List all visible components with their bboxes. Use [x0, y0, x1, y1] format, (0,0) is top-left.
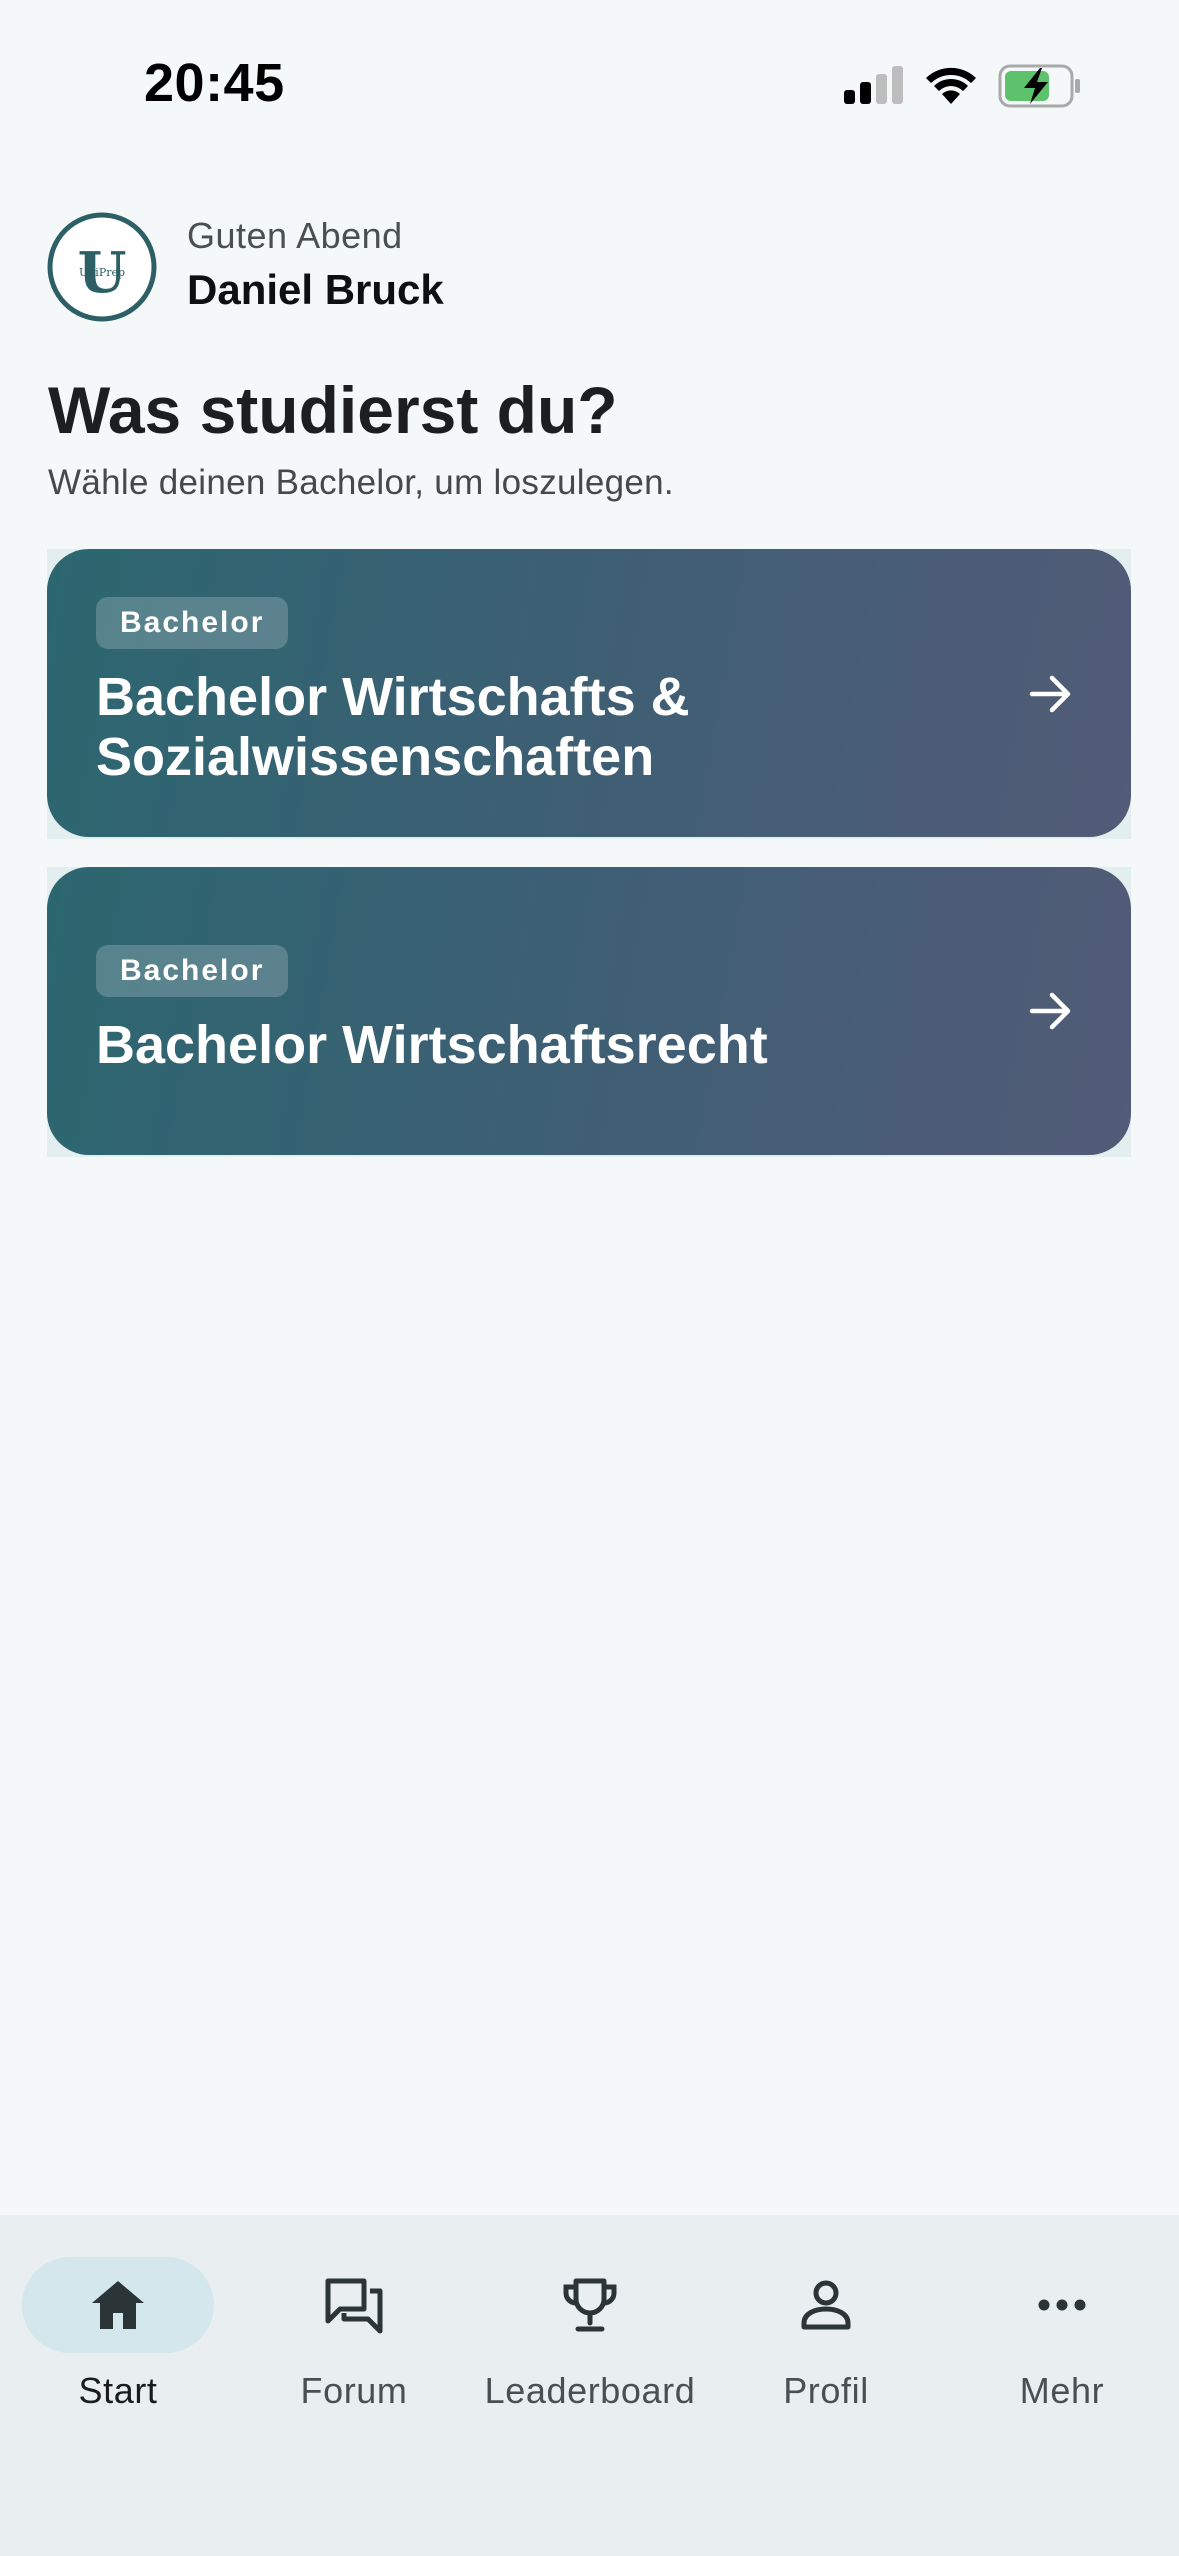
program-badge: Bachelor	[96, 597, 289, 649]
arrow-right-icon	[1029, 992, 1071, 1030]
uniprep-logo: U UniPrep	[47, 212, 157, 322]
page-subtitle: Wähle deinen Bachelor, um loszulegen.	[48, 463, 674, 502]
more-icon	[1038, 2299, 1086, 2311]
nav-item-mehr[interactable]: Mehr	[944, 2215, 1179, 2415]
nav-label-profil: Profil	[783, 2370, 869, 2411]
nav-item-profil[interactable]: Profil	[708, 2215, 944, 2415]
nav-item-start[interactable]: Start	[0, 2215, 236, 2415]
nav-label-leaderboard: Leaderboard	[484, 2370, 696, 2411]
program-card-container: Bachelor Bachelor Wirtschafts & Sozialwi…	[47, 549, 1131, 839]
nav-item-forum[interactable]: Forum	[236, 2215, 472, 2415]
program-card-wirtschafts-sozialwissenschaften[interactable]: Bachelor Bachelor Wirtschafts & Sozialwi…	[47, 549, 1131, 837]
program-card-wirtschaftsrecht[interactable]: Bachelor Bachelor Wirtschaftsrecht	[47, 867, 1131, 1155]
status-bar: 20:45	[0, 0, 1179, 175]
home-icon	[92, 2281, 144, 2329]
bottom-navigation: Start Forum Leaderboard Profil Mehr	[0, 2215, 1179, 2556]
forum-icon	[325, 2278, 383, 2334]
program-card-container: Bachelor Bachelor Wirtschaftsrecht	[47, 867, 1131, 1157]
greeting-text: Guten Abend	[187, 215, 403, 256]
nav-item-leaderboard[interactable]: Leaderboard	[472, 2215, 708, 2415]
svg-text:UniPrep: UniPrep	[79, 266, 125, 279]
status-time: 20:45	[144, 53, 285, 113]
person-icon	[801, 2280, 851, 2330]
program-title: Bachelor Wirtschafts & Sozialwissenschaf…	[96, 667, 690, 787]
page-title: Was studierst du?	[48, 373, 618, 447]
wifi-icon	[926, 67, 976, 104]
program-badge: Bachelor	[96, 945, 289, 997]
cellular-signal-icon	[844, 66, 903, 104]
trophy-icon	[563, 2278, 617, 2332]
arrow-right-icon	[1029, 675, 1071, 713]
program-title: Bachelor Wirtschaftsrecht	[96, 1015, 768, 1075]
nav-label-mehr: Mehr	[1019, 2370, 1105, 2411]
nav-label-start: Start	[78, 2370, 158, 2411]
nav-label-forum: Forum	[300, 2370, 408, 2411]
battery-charging-icon	[998, 64, 1080, 108]
user-name: Daniel Bruck	[187, 266, 444, 313]
